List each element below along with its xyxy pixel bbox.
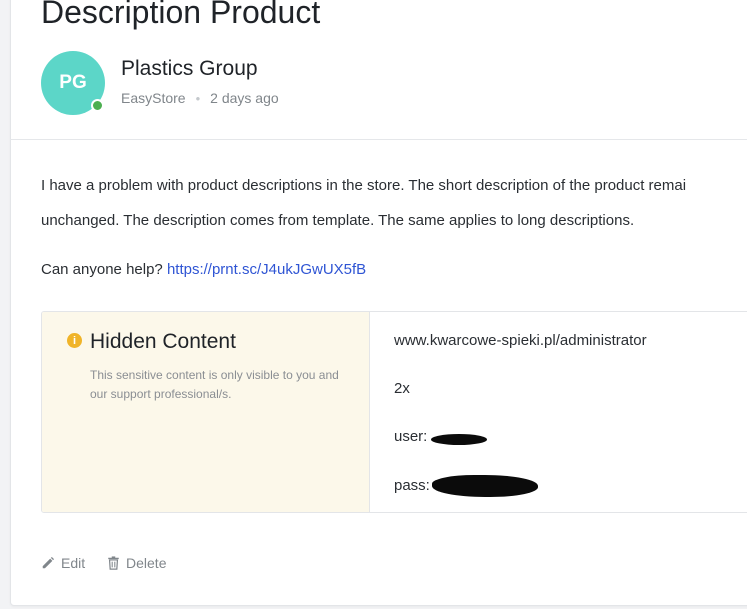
online-status-dot — [91, 99, 104, 112]
author-name[interactable]: Plastics Group — [121, 57, 258, 81]
post-time: 2 days ago — [210, 90, 279, 106]
user-label: user: — [394, 428, 428, 445]
edit-label: Edit — [61, 555, 86, 571]
count-text: 2x — [394, 380, 410, 397]
delete-label: Delete — [126, 555, 167, 571]
category-label[interactable]: EasyStore — [121, 90, 186, 106]
post-actions: Edit Delete — [41, 555, 184, 573]
pencil-icon — [42, 556, 55, 569]
redacted-username — [431, 434, 487, 445]
header-divider — [10, 139, 747, 140]
edit-button[interactable]: Edit — [41, 555, 85, 571]
hidden-content-title: Hidden Content — [90, 330, 236, 353]
info-icon: i — [67, 333, 82, 348]
post-meta: EasyStore • 2 days ago — [121, 90, 279, 106]
meta-separator: • — [195, 91, 201, 106]
body-line-1: I have a problem with product descriptio… — [41, 177, 687, 194]
screenshot-link[interactable]: https://prnt.sc/J4ukJGwUX5fB — [167, 261, 366, 278]
hidden-content-note: This sensitive content is only visible t… — [90, 368, 339, 401]
body-line-3: Can anyone help? https://prnt.sc/J4ukJGw… — [41, 261, 747, 278]
pass-label: pass: — [394, 477, 430, 494]
avatar-initials: PG — [59, 72, 87, 93]
hidden-content-box: i Hidden Content This sensitive content … — [41, 311, 747, 513]
hidden-content-header: i Hidden Content This sensitive content … — [42, 312, 370, 512]
trash-icon — [108, 556, 119, 570]
redacted-password — [432, 475, 538, 497]
delete-button[interactable]: Delete — [107, 555, 166, 571]
body-line-2: unchanged. The description comes from te… — [41, 212, 635, 229]
help-text: Can anyone help? — [41, 261, 167, 278]
hidden-content-body: www.kwarcowe-spieki.pl/administrator 2x … — [394, 312, 747, 512]
page-title: Description Product — [41, 0, 321, 30]
admin-url-link[interactable]: www.kwarcowe-spieki.pl/administrator — [394, 332, 647, 349]
